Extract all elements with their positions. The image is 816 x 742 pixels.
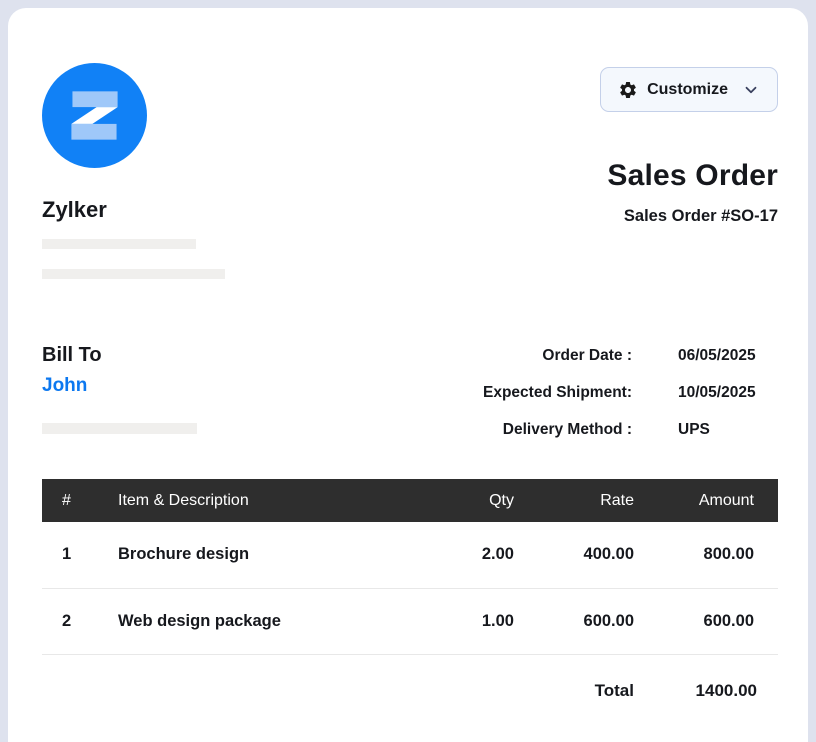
item-rate: 400.00: [538, 522, 658, 588]
line-items-table: # Item & Description Qty Rate Amount 1 B…: [42, 479, 778, 655]
item-name: Brochure design: [98, 522, 418, 588]
order-meta-grid: Order Date : 06/05/2025 Expected Shipmen…: [483, 345, 778, 441]
item-qty: 2.00: [418, 522, 538, 588]
address-placeholder-line: [42, 423, 197, 434]
item-qty: 1.00: [418, 588, 538, 654]
column-header-amount: Amount: [658, 479, 778, 522]
item-rate: 600.00: [538, 588, 658, 654]
row-number: 2: [42, 588, 98, 654]
item-amount: 600.00: [658, 588, 778, 654]
table-header-row: # Item & Description Qty Rate Amount: [42, 479, 778, 522]
bill-to-block: Bill To John: [42, 343, 197, 441]
document-title-block: Sales Order Sales Order #SO-17: [607, 160, 778, 226]
customer-name-link[interactable]: John: [42, 375, 87, 397]
column-header-rate: Rate: [538, 479, 658, 522]
expected-shipment-value: 10/05/2025: [678, 382, 778, 404]
table-row: 1 Brochure design 2.00 400.00 800.00: [42, 522, 778, 588]
total-label: Total: [538, 681, 658, 701]
table-row: 2 Web design package 1.00 600.00 600.00: [42, 588, 778, 654]
bill-and-meta-section: Bill To John Order Date : 06/05/2025 Exp…: [42, 343, 778, 441]
brand-block: Zylker: [42, 8, 778, 279]
gear-icon: [618, 80, 638, 100]
chevron-down-icon: [742, 81, 760, 99]
address-placeholder-line: [42, 239, 196, 249]
column-header-item: Item & Description: [98, 479, 418, 522]
document-title: Sales Order: [607, 160, 778, 192]
document-number: Sales Order #SO-17: [607, 207, 778, 226]
total-row: Total 1400.00: [42, 681, 778, 701]
item-name: Web design package: [98, 588, 418, 654]
expected-shipment-label: Expected Shipment:: [483, 382, 632, 404]
sales-order-card: Customize Sales Order Sales Order #SO-17…: [8, 8, 808, 742]
total-value: 1400.00: [658, 681, 778, 701]
column-header-qty: Qty: [418, 479, 538, 522]
delivery-method-label: Delivery Method :: [483, 419, 632, 441]
column-header-number: #: [42, 479, 98, 522]
row-number: 1: [42, 522, 98, 588]
item-amount: 800.00: [658, 522, 778, 588]
bill-to-heading: Bill To: [42, 343, 197, 367]
delivery-method-value: UPS: [678, 419, 778, 441]
customize-button[interactable]: Customize: [600, 67, 778, 112]
customize-button-label: Customize: [647, 81, 728, 99]
order-date-value: 06/05/2025: [678, 345, 778, 367]
address-placeholder-line: [42, 269, 225, 279]
order-date-label: Order Date :: [483, 345, 632, 367]
